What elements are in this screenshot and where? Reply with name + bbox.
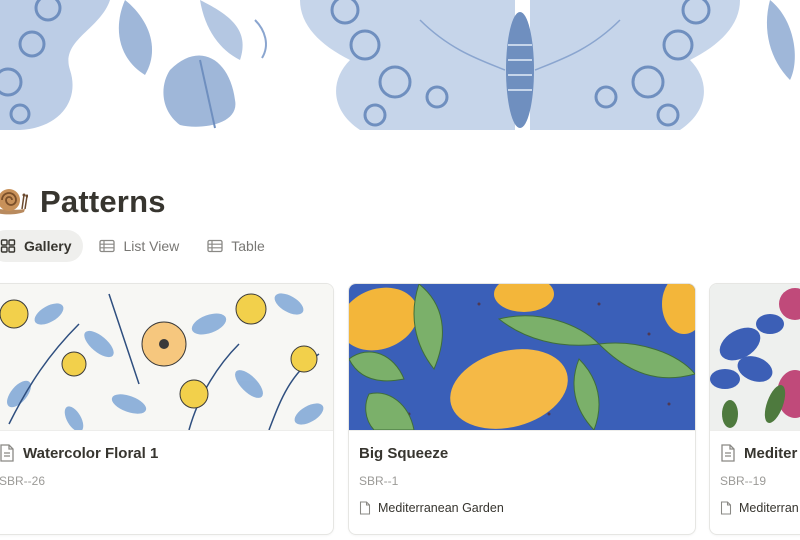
gallery-card-big-squeeze[interactable]: Big Squeeze SBR--1 Mediterranean Garden (348, 283, 696, 535)
card-collection-link[interactable]: Mediterranean Garden (359, 501, 504, 515)
flower-pattern-image (710, 284, 800, 430)
card-cover-floral (0, 284, 333, 431)
tab-table-label: Table (231, 238, 265, 254)
butterfly-pattern-illustration (0, 0, 800, 130)
card-title: Watercolor Floral 1 (23, 444, 159, 462)
card-id: SBR--26 (0, 474, 46, 488)
page-title: Patterns (40, 184, 166, 219)
page-icon (720, 501, 732, 515)
page-icon (0, 444, 14, 462)
table-icon (207, 239, 223, 253)
page-header: Patterns (0, 180, 166, 224)
tab-list-view-label: List View (123, 238, 180, 254)
card-title-row: Big Squeeze (359, 441, 448, 465)
card-title: Big Squeeze (359, 444, 449, 462)
lemon-pattern-image (349, 284, 695, 430)
cover-image (0, 0, 800, 130)
tab-table[interactable]: Table (197, 230, 276, 262)
card-id: SBR--19 (720, 474, 767, 488)
card-collection-link[interactable]: Mediterran (720, 501, 799, 515)
database-view-tabs: Gallery List View Table (0, 230, 283, 262)
card-cover-flowers (710, 284, 800, 431)
snail-emoji-icon (0, 189, 28, 215)
tab-gallery[interactable]: Gallery (0, 230, 84, 262)
card-collection-label: Mediterran (739, 501, 799, 515)
card-title-row: Mediter (720, 441, 797, 465)
card-title-row: Watercolor Floral 1 (0, 441, 158, 465)
card-collection-label: Mediterranean Garden (378, 501, 504, 515)
tab-list-view[interactable]: List View (89, 230, 191, 262)
page-icon (359, 501, 371, 515)
tab-gallery-label: Gallery (24, 238, 72, 254)
gallery-grid-icon (0, 239, 16, 253)
card-id: SBR--1 (359, 474, 399, 488)
page-icon (721, 444, 735, 462)
card-cover-lemons (349, 284, 695, 431)
floral-pattern-image (0, 284, 333, 430)
gallery-card-mediterranean[interactable]: Mediter SBR--19 Mediterran (709, 283, 800, 535)
gallery-card-watercolor-floral[interactable]: Watercolor Floral 1 SBR--26 (0, 283, 334, 535)
card-title: Mediter (744, 444, 798, 462)
list-view-icon (99, 239, 116, 253)
